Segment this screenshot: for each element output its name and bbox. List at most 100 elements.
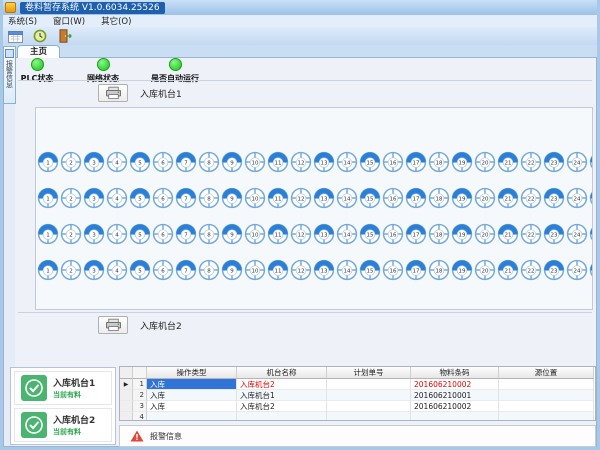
storage-slot-16[interactable]: 16: [382, 151, 405, 173]
storage-slot-12[interactable]: 12: [290, 187, 313, 209]
table-cell[interactable]: [499, 379, 594, 390]
storage-slot-8[interactable]: 8: [198, 151, 221, 173]
storage-slot-25[interactable]: 25: [589, 187, 593, 209]
storage-slot-10[interactable]: 10: [244, 151, 267, 173]
storage-slot-3[interactable]: 3: [83, 187, 106, 209]
storage-slot-7[interactable]: 7: [175, 151, 198, 173]
storage-slot-24[interactable]: 24: [566, 259, 589, 281]
table-row-3[interactable]: 3入库入库机台2201606210002: [120, 401, 595, 412]
storage-slot-3[interactable]: 3: [83, 259, 106, 281]
storage-slot-13[interactable]: 13: [313, 259, 336, 281]
storage-slot-24[interactable]: 24: [566, 223, 589, 245]
storage-slot-16[interactable]: 16: [382, 223, 405, 245]
storage-slot-14[interactable]: 14: [336, 187, 359, 209]
storage-slot-20[interactable]: 20: [474, 151, 497, 173]
table-row-2[interactable]: 2入库入库机台1201606210001: [120, 390, 595, 401]
storage-slot-2[interactable]: 2: [60, 259, 83, 281]
title-bar[interactable]: 卷料暂存系统 V1.0.6034.25526: [0, 0, 600, 15]
storage-slot-1[interactable]: 1: [37, 187, 60, 209]
storage-slot-6[interactable]: 6: [152, 259, 175, 281]
storage-slot-22[interactable]: 22: [520, 259, 543, 281]
storage-slot-21[interactable]: 21: [497, 259, 520, 281]
storage-slot-14[interactable]: 14: [336, 223, 359, 245]
table-cell[interactable]: 201606210001: [411, 390, 499, 401]
storage-slot-17[interactable]: 17: [405, 223, 428, 245]
table-cell[interactable]: 入库机台1: [237, 390, 327, 401]
storage-slot-16[interactable]: 16: [382, 259, 405, 281]
header-source-loc[interactable]: 源位置: [499, 367, 594, 379]
storage-slot-10[interactable]: 10: [244, 259, 267, 281]
storage-slot-11[interactable]: 11: [267, 223, 290, 245]
table-cell[interactable]: 入库: [147, 390, 237, 401]
storage-slot-19[interactable]: 19: [451, 151, 474, 173]
storage-slot-20[interactable]: 20: [474, 187, 497, 209]
storage-slot-19[interactable]: 19: [451, 223, 474, 245]
storage-slot-12[interactable]: 12: [290, 223, 313, 245]
storage-slot-14[interactable]: 14: [336, 151, 359, 173]
storage-slot-4[interactable]: 4: [106, 187, 129, 209]
storage-slot-8[interactable]: 8: [198, 187, 221, 209]
storage-slot-23[interactable]: 23: [543, 223, 566, 245]
storage-slot-5[interactable]: 5: [129, 259, 152, 281]
storage-slot-1[interactable]: 1: [37, 259, 60, 281]
clock-button[interactable]: [29, 28, 51, 44]
storage-slot-5[interactable]: 5: [129, 151, 152, 173]
exit-button[interactable]: [54, 28, 76, 44]
storage-slot-4[interactable]: 4: [106, 259, 129, 281]
storage-slot-24[interactable]: 24: [566, 187, 589, 209]
storage-slot-25[interactable]: 25: [589, 151, 593, 173]
storage-slot-25[interactable]: 25: [589, 259, 593, 281]
storage-slot-1[interactable]: 1: [37, 223, 60, 245]
side-panel-tab[interactable]: 报警信息: [3, 46, 16, 104]
operations-table[interactable]: 操作类型 机台名称 计划单号 物料条码 源位置 ▶1入库入库机台22016062…: [119, 366, 596, 421]
storage-slot-11[interactable]: 11: [267, 151, 290, 173]
storage-slot-15[interactable]: 15: [359, 259, 382, 281]
storage-slot-10[interactable]: 10: [244, 187, 267, 209]
storage-slot-18[interactable]: 18: [428, 259, 451, 281]
storage-slot-7[interactable]: 7: [175, 223, 198, 245]
table-cell[interactable]: 入库: [147, 379, 237, 390]
table-cell[interactable]: 入库: [147, 401, 237, 412]
storage-slot-3[interactable]: 3: [83, 223, 106, 245]
storage-slot-17[interactable]: 17: [405, 259, 428, 281]
storage-slot-12[interactable]: 12: [290, 259, 313, 281]
table-cell[interactable]: [499, 412, 594, 421]
table-cell[interactable]: 入库机台2: [237, 401, 327, 412]
storage-slot-9[interactable]: 9: [221, 151, 244, 173]
storage-slot-4[interactable]: 4: [106, 223, 129, 245]
table-row-4[interactable]: 4: [120, 412, 595, 421]
storage-slot-25[interactable]: 25: [589, 223, 593, 245]
table-cell[interactable]: [327, 379, 411, 390]
storage-slot-6[interactable]: 6: [152, 187, 175, 209]
storage-slot-18[interactable]: 18: [428, 223, 451, 245]
menu-window[interactable]: 窗口(W): [53, 15, 85, 27]
table-row-1[interactable]: ▶1入库入库机台2201606210002: [120, 379, 595, 390]
storage-slot-11[interactable]: 11: [267, 187, 290, 209]
storage-slot-21[interactable]: 21: [497, 187, 520, 209]
storage-slot-23[interactable]: 23: [543, 259, 566, 281]
storage-slot-15[interactable]: 15: [359, 187, 382, 209]
storage-slot-12[interactable]: 12: [290, 151, 313, 173]
storage-slot-20[interactable]: 20: [474, 259, 497, 281]
station-card-2[interactable]: 入库机台2 当前有料: [14, 408, 112, 442]
storage-slot-22[interactable]: 22: [520, 223, 543, 245]
storage-slot-4[interactable]: 4: [106, 151, 129, 173]
table-cell[interactable]: 入库机台2: [237, 379, 327, 390]
storage-slot-23[interactable]: 23: [543, 187, 566, 209]
storage-slot-20[interactable]: 20: [474, 223, 497, 245]
storage-slot-23[interactable]: 23: [543, 151, 566, 173]
table-cell[interactable]: 201606210002: [411, 379, 499, 390]
storage-slot-13[interactable]: 13: [313, 187, 336, 209]
storage-slot-17[interactable]: 17: [405, 187, 428, 209]
table-cell[interactable]: [499, 390, 594, 401]
storage-slot-18[interactable]: 18: [428, 187, 451, 209]
storage-slot-6[interactable]: 6: [152, 223, 175, 245]
storage-slot-7[interactable]: 7: [175, 259, 198, 281]
table-cell[interactable]: 201606210002: [411, 401, 499, 412]
menu-other[interactable]: 其它(O): [101, 15, 131, 27]
storage-slot-2[interactable]: 2: [60, 223, 83, 245]
storage-slot-16[interactable]: 16: [382, 187, 405, 209]
table-cell[interactable]: [327, 412, 411, 421]
storage-slot-15[interactable]: 15: [359, 151, 382, 173]
storage-slot-24[interactable]: 24: [566, 151, 589, 173]
